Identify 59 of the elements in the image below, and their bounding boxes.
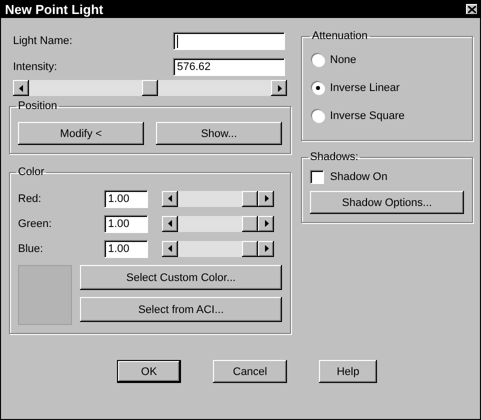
input-field[interactable]: 1.00 [104, 190, 148, 208]
radio-option[interactable]: Inverse Square [312, 102, 462, 130]
input-field[interactable] [173, 32, 285, 50]
left-arrow-icon [168, 245, 172, 252]
right-arrow-icon [264, 245, 268, 252]
radio-option[interactable]: None [312, 46, 462, 74]
scroll-left-button[interactable] [13, 80, 29, 96]
shadow-options-button[interactable]: Shadow Options... [310, 191, 464, 214]
color-slider[interactable] [162, 216, 274, 232]
right-arrow-icon [264, 195, 268, 202]
slider-thumb[interactable] [242, 190, 258, 206]
scroll-right-button[interactable] [258, 240, 274, 256]
color-slider[interactable] [162, 190, 274, 206]
radio-button[interactable] [312, 82, 324, 94]
group-title: Shadows: [309, 151, 360, 163]
input-field[interactable]: 1.00 [104, 214, 148, 232]
scroll-right-button[interactable] [271, 80, 287, 96]
modify-button[interactable]: Modify < [18, 122, 144, 145]
right-arrow-icon [276, 84, 282, 92]
channel-label: Blue: [18, 242, 44, 254]
group-title: Position [17, 100, 58, 112]
slider-thumb[interactable] [242, 240, 258, 256]
custom-color-button[interactable]: Select Custom Color... [80, 265, 282, 290]
help-button[interactable]: Help [319, 360, 377, 383]
slider-thumb[interactable] [142, 80, 158, 96]
input-field[interactable]: 576.62 [173, 58, 285, 76]
cancel-button[interactable]: Cancel [213, 360, 287, 383]
close-button[interactable] [466, 4, 478, 14]
checkbox-option[interactable]: Shadow On [310, 165, 464, 189]
group-title: Color [17, 166, 46, 178]
text-cursor [177, 34, 178, 48]
color-slider[interactable] [162, 240, 274, 256]
radio-button[interactable] [312, 54, 324, 66]
channel-label: Red: [18, 192, 42, 204]
group-title: Attenuation [311, 30, 369, 42]
color-swatch [18, 265, 72, 325]
scroll-left-button[interactable] [162, 216, 178, 232]
close-icon [468, 6, 476, 12]
field-label: Intensity: [13, 61, 58, 73]
intensity-slider[interactable] [13, 80, 287, 96]
scroll-left-button[interactable] [162, 240, 178, 256]
field-label: Light Name: [13, 35, 72, 47]
scroll-right-button[interactable] [258, 216, 274, 232]
slider-thumb[interactable] [242, 216, 258, 232]
input-field[interactable]: 1.00 [104, 240, 148, 258]
radio-option[interactable]: Inverse Linear [312, 74, 462, 102]
ok-button[interactable]: OK [117, 360, 181, 383]
window-title: New Point Light [5, 2, 104, 16]
left-arrow-icon [168, 195, 172, 202]
left-arrow-icon [18, 84, 24, 92]
channel-label: Green: [18, 218, 53, 230]
aci-color-button[interactable]: Select from ACI... [80, 297, 282, 322]
show-button[interactable]: Show... [156, 122, 282, 145]
scroll-left-button[interactable] [162, 190, 178, 206]
checkbox[interactable] [310, 170, 324, 184]
left-arrow-icon [168, 220, 172, 227]
scroll-right-button[interactable] [258, 190, 274, 206]
radio-button[interactable] [312, 110, 324, 122]
right-arrow-icon [264, 220, 268, 227]
